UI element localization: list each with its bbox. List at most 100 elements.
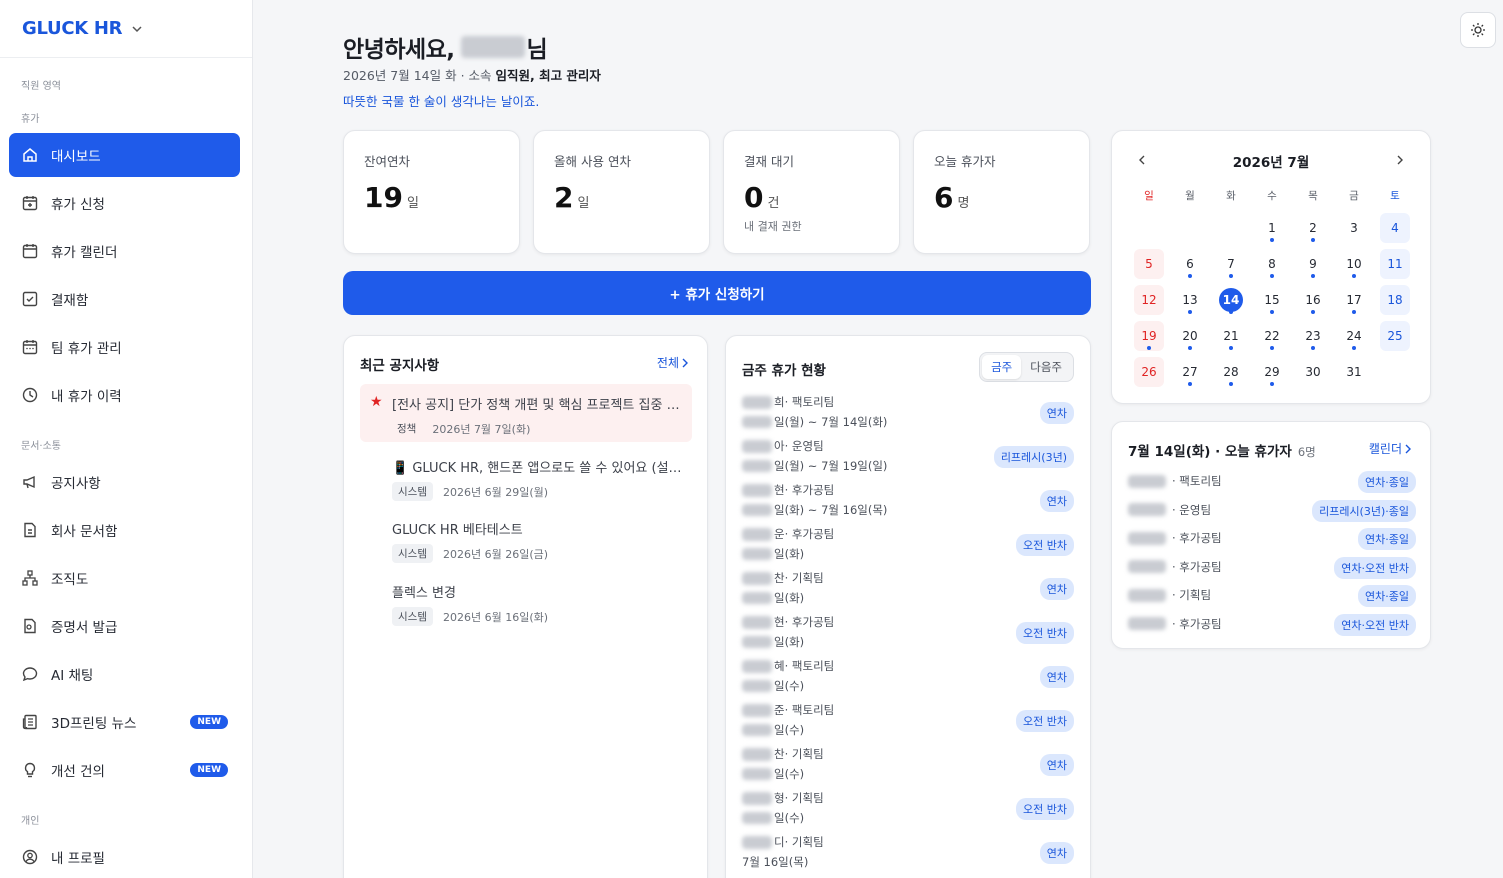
calendar-day[interactable]: 3 (1339, 213, 1369, 243)
stat-label: 잔여연차 (364, 154, 411, 169)
stat-unit: 명 (957, 196, 970, 211)
section-label-docs: 문서·소통 (21, 441, 61, 452)
leave-dot (1311, 238, 1315, 242)
team-label: · 운영팀 (1172, 502, 1212, 517)
leave-dot (1311, 274, 1315, 278)
notices-card: 최근 공지사항 전체 ★ [전사 공지] 단가 정책 개편 및 핵심 프로젝트 … (343, 335, 708, 878)
sidebar-item-my-history[interactable]: 내 휴가 이력 (9, 373, 240, 417)
new-badge: NEW (190, 763, 228, 777)
redacted-name (1128, 617, 1166, 630)
calendar-day[interactable]: 26 (1134, 357, 1164, 387)
theme-toggle-button[interactable] (1460, 12, 1496, 48)
calendar-day[interactable]: 11 (1380, 249, 1410, 279)
leave-dot (1270, 382, 1274, 386)
tab-next-week[interactable]: 다음주 (1021, 355, 1071, 379)
redacted-date (742, 548, 772, 560)
sidebar-item-certificates[interactable]: 증명서 발급 (9, 604, 240, 648)
week-toggle: 금주 다음주 (979, 352, 1074, 382)
leave-dates: 일(화) (774, 591, 805, 605)
role-text: 임직원, 최고 관리자 (495, 68, 601, 83)
calendar-day[interactable]: 30 (1298, 357, 1328, 387)
sidebar-item-approvals[interactable]: 결재함 (9, 277, 240, 321)
brand-switcher[interactable]: GLUCK HR (0, 0, 252, 58)
weekly-leave-row: 희 · 팩토리팀 일(월) ~ 7월 14일(화) 연차 (742, 394, 1074, 438)
redacted-name (1128, 474, 1166, 488)
notice-item[interactable]: 플렉스 변경 시스템 2026년 6월 16일(화) (360, 572, 692, 630)
redacted-date (742, 812, 772, 824)
notice-tag: 시스템 (392, 544, 433, 563)
apply-leave-button[interactable]: + 휴가 신청하기 (343, 271, 1091, 315)
notices-title: 최근 공지사항 (360, 358, 440, 374)
sidebar-item-ai-chat[interactable]: AI 채팅 (9, 652, 240, 696)
leave-dates: 일(화) (774, 635, 805, 649)
sidebar-item-notices[interactable]: 공지사항 (9, 460, 240, 504)
weekly-leave-row: 찬 · 기획팀 일(화) 연차 (742, 570, 1074, 614)
redacted-user-name (460, 36, 525, 58)
tab-this-week[interactable]: 금주 (982, 355, 1022, 379)
profile-icon (22, 849, 38, 865)
leave-dot (1270, 238, 1274, 242)
redacted-date (742, 680, 772, 692)
leave-dot (1311, 310, 1315, 314)
calendar-day[interactable]: 12 (1134, 285, 1164, 315)
notice-item[interactable]: 📱 GLUCK HR, 핸드폰 앱으로도 쓸 수 있어요 (설… 시스템 2026… (360, 447, 692, 505)
home-icon (23, 148, 37, 162)
redacted-name (742, 483, 772, 497)
name-tail: 형 (774, 791, 785, 805)
sidebar-item-leave-request[interactable]: 휴가 신청 (9, 181, 240, 225)
calendar-day[interactable]: 18 (1380, 285, 1410, 315)
stat-card-pending[interactable]: 결재 대기 0건 내 결재 권한 (723, 130, 900, 254)
page-greeting: 안녕하세요, 님 (343, 30, 548, 64)
team-label: · 팩토리팀 (784, 659, 835, 673)
redacted-name (742, 791, 772, 805)
sidebar-item-dashboard[interactable]: 대시보드 (9, 133, 240, 177)
calendar-link[interactable]: 캘린더 (1369, 440, 1414, 457)
calendar-day[interactable]: 25 (1380, 321, 1410, 351)
name-tail: 현 (774, 615, 785, 629)
notice-tag: 시스템 (392, 607, 433, 626)
today-off-row: · 후가공팀 연차·종일 (1128, 524, 1416, 552)
redacted-name (1128, 588, 1166, 602)
calendar-day[interactable]: 31 (1339, 357, 1369, 387)
leave-dates: 일(화) ~ 7월 16일(목) (774, 503, 888, 517)
redacted-date (742, 460, 772, 472)
sidebar-item-team-leave[interactable]: 팀 휴가 관리 (9, 325, 240, 369)
calendar-day[interactable]: 14 (1219, 288, 1243, 312)
sidebar-item-suggestions[interactable]: 개선 건의 NEW (9, 748, 240, 792)
notice-item[interactable]: ★ [전사 공지] 단가 정책 개편 및 핵심 프로젝트 집중 … 정책 2026… (360, 384, 692, 442)
app-root: GLUCK HR 직원 영역 휴가 대시보드 휴가 신청 휴가 캘린더 결재함 … (0, 0, 1503, 878)
calendar-day[interactable]: 5 (1134, 249, 1164, 279)
redacted-name (742, 571, 772, 585)
redacted-name (742, 703, 772, 717)
notices-all-link[interactable]: 전체 (657, 354, 691, 371)
stat-card-used: 올해 사용 연차 2일 (533, 130, 710, 254)
weekday-label: 일 (1144, 190, 1154, 202)
team-label: · 후가공팀 (1172, 559, 1222, 574)
section-label-personal: 개인 (21, 816, 40, 827)
chevron-right-icon[interactable] (1394, 154, 1406, 166)
leave-dot (1352, 274, 1356, 278)
redacted-name (1128, 503, 1166, 516)
sidebar-item-profile[interactable]: 내 프로필 (9, 835, 240, 878)
calendar-day[interactable]: 4 (1380, 213, 1410, 243)
sidebar-item-3d-news[interactable]: 3D프린팅 뉴스 NEW (9, 700, 240, 744)
org-chart-icon (22, 570, 38, 586)
calendar-plus-icon (22, 196, 38, 211)
notice-item[interactable]: GLUCK HR 베타테스트 시스템 2026년 6월 26일(금) (360, 509, 692, 567)
leave-dot (1311, 346, 1315, 350)
leave-dot (1229, 346, 1233, 350)
greeting-honorific: 님 (526, 37, 548, 63)
weekly-leave-row: 형 · 기획팀 일(수) 오전 반차 (742, 790, 1074, 834)
leave-dates: 일(월) ~ 7월 19일(일) (774, 459, 888, 473)
leave-dates: 일(월) ~ 7월 14일(화) (774, 415, 888, 429)
document-icon (24, 522, 36, 538)
sidebar-item-documents[interactable]: 회사 문서함 (9, 508, 240, 552)
name-tail: 희 (774, 395, 785, 409)
redacted-date (742, 724, 772, 736)
weekly-leave-row: 디 · 기획팀 7월 16일(목) 연차 (742, 834, 1074, 878)
weekday-label: 목 (1308, 190, 1318, 202)
chevron-right-icon (682, 358, 688, 367)
sidebar-item-org-chart[interactable]: 조직도 (9, 556, 240, 600)
leave-dates: 일(화) (774, 547, 805, 561)
sidebar-item-leave-calendar[interactable]: 휴가 캘린더 (9, 229, 240, 273)
